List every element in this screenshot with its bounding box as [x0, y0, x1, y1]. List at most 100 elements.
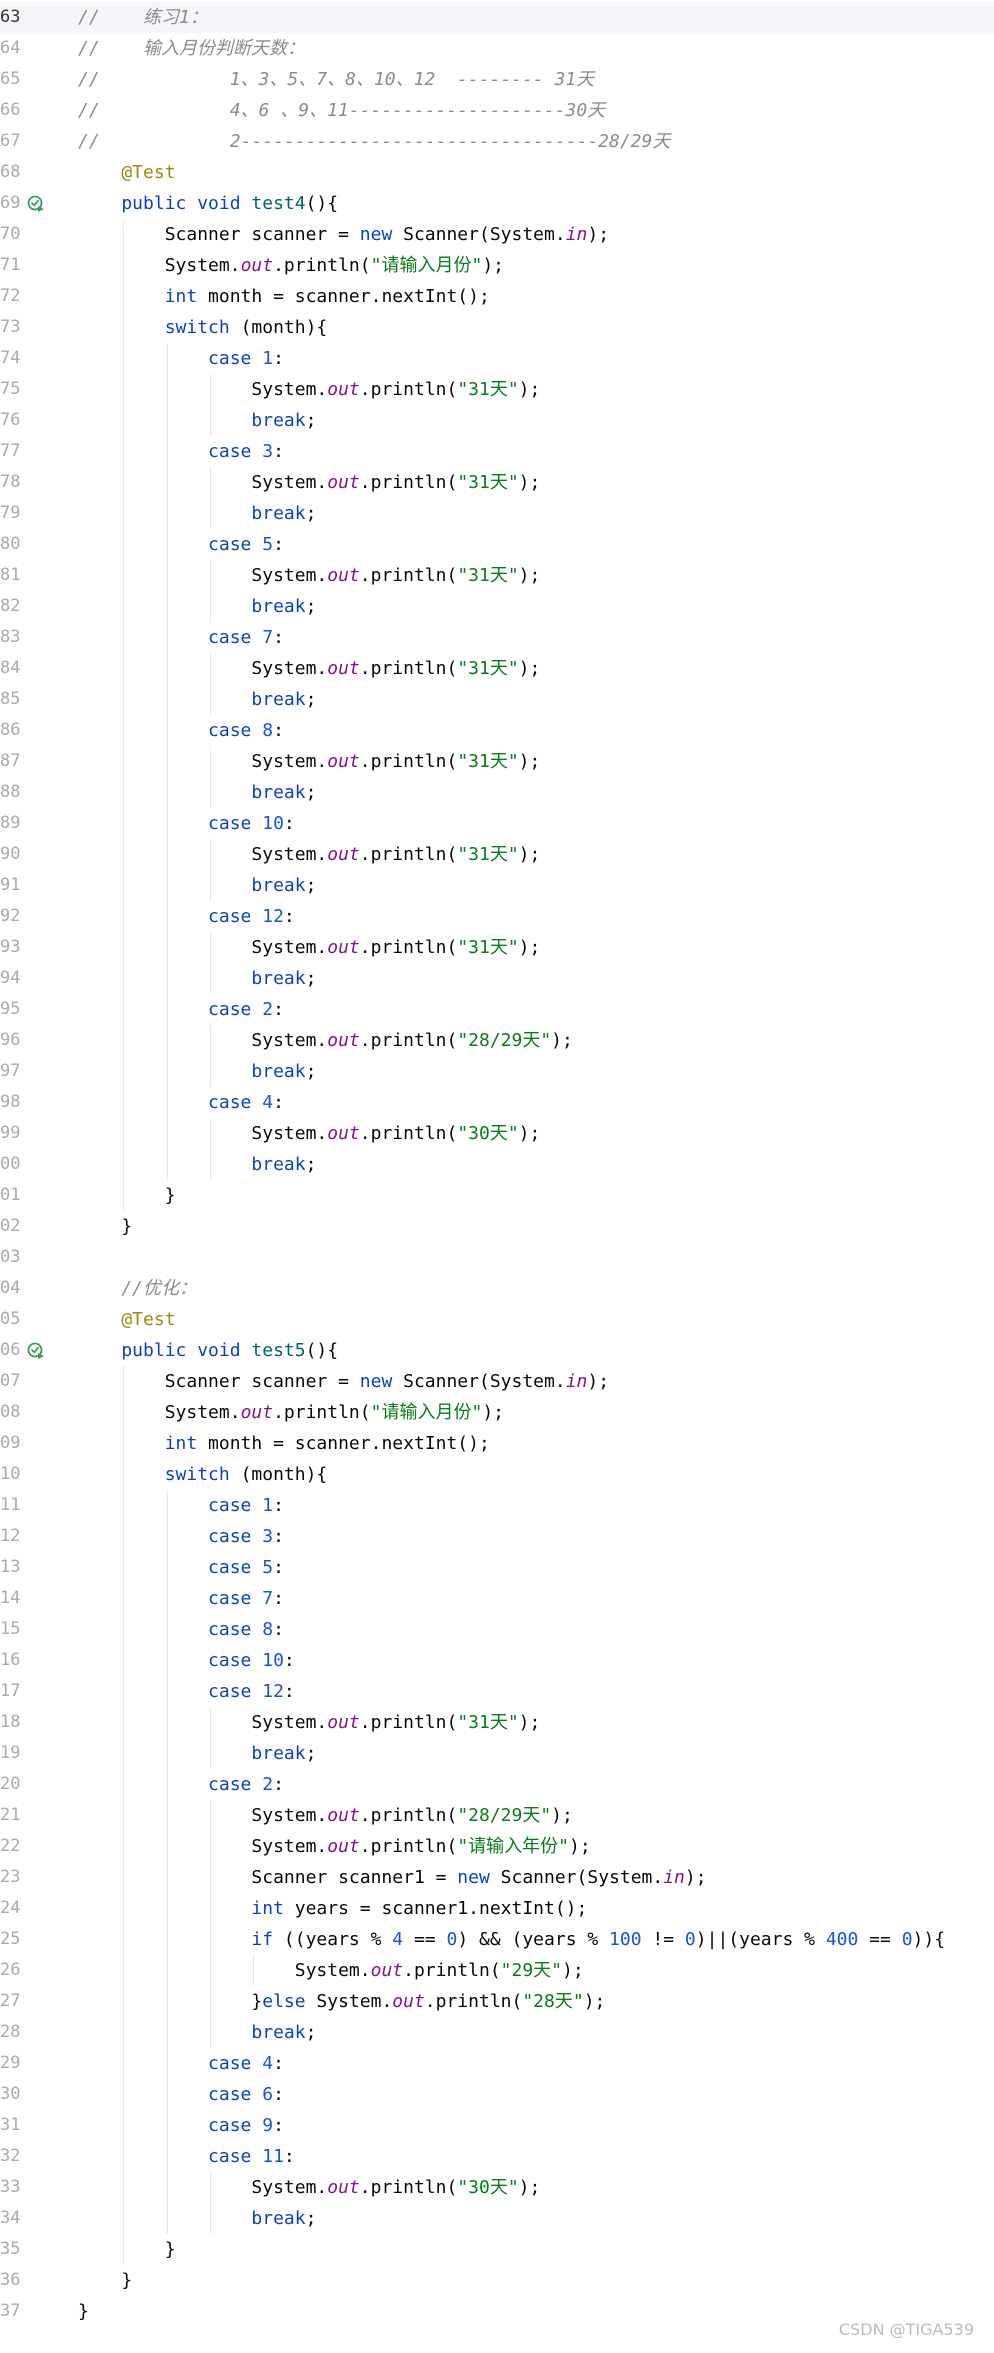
- code-line[interactable]: 31 case 9:: [0, 2110, 994, 2141]
- code-line[interactable]: 79 break;: [0, 498, 994, 529]
- code-text[interactable]: System.out.println("31天");: [78, 1707, 540, 1738]
- code-text[interactable]: System.out.println("30天");: [78, 1118, 540, 1149]
- code-line[interactable]: 84 System.out.println("31天");: [0, 653, 994, 684]
- code-text[interactable]: }else System.out.println("28天");: [78, 1986, 605, 2017]
- code-text[interactable]: switch (month){: [78, 312, 328, 343]
- code-line[interactable]: 10 switch (month){: [0, 1459, 994, 1490]
- code-line[interactable]: 88 break;: [0, 777, 994, 808]
- code-text[interactable]: System.out.println("31天");: [78, 653, 540, 684]
- code-text[interactable]: case 1:: [78, 1490, 284, 1521]
- code-line[interactable]: 89 case 10:: [0, 808, 994, 839]
- code-text[interactable]: System.out.println("28/29天");: [78, 1025, 572, 1056]
- code-line[interactable]: 27 }else System.out.println("28天");: [0, 1986, 994, 2017]
- code-line[interactable]: 74 case 1:: [0, 343, 994, 374]
- code-text[interactable]: @Test: [78, 1304, 175, 1335]
- code-text[interactable]: case 1:: [78, 343, 284, 374]
- code-text[interactable]: }: [78, 1211, 132, 1242]
- code-line[interactable]: 86 case 8:: [0, 715, 994, 746]
- code-line[interactable]: 23 Scanner scanner1 = new Scanner(System…: [0, 1862, 994, 1893]
- code-text[interactable]: switch (month){: [78, 1459, 328, 1490]
- code-text[interactable]: break;: [78, 870, 316, 901]
- code-line[interactable]: 13 case 5:: [0, 1552, 994, 1583]
- code-text[interactable]: case 4:: [78, 2048, 284, 2079]
- code-text[interactable]: System.out.println("31天");: [78, 746, 540, 777]
- code-line[interactable]: 04 //优化：: [0, 1273, 994, 1304]
- code-text[interactable]: break;: [78, 1738, 316, 1769]
- code-text[interactable]: System.out.println("29天");: [78, 1955, 584, 1986]
- code-text[interactable]: break;: [78, 684, 316, 715]
- code-line[interactable]: 07 Scanner scanner = new Scanner(System.…: [0, 1366, 994, 1397]
- code-text[interactable]: break;: [78, 591, 316, 622]
- code-text[interactable]: break;: [78, 777, 316, 808]
- code-line[interactable]: 02 }: [0, 1211, 994, 1242]
- code-line[interactable]: 63 // 练习1：: [0, 2, 994, 33]
- code-line[interactable]: 34 break;: [0, 2203, 994, 2234]
- code-text[interactable]: break;: [78, 963, 316, 994]
- code-text[interactable]: System.out.println("请输入月份");: [78, 250, 504, 281]
- code-line[interactable]: 18 System.out.println("31天");: [0, 1707, 994, 1738]
- code-line[interactable]: 83 case 7:: [0, 622, 994, 653]
- code-text[interactable]: Scanner scanner = new Scanner(System.in)…: [78, 1366, 609, 1397]
- code-text[interactable]: break;: [78, 498, 316, 529]
- code-line[interactable]: 33 System.out.println("30天");: [0, 2172, 994, 2203]
- code-line[interactable]: 00 break;: [0, 1149, 994, 1180]
- code-line[interactable]: 73 switch (month){: [0, 312, 994, 343]
- code-line[interactable]: 93 System.out.println("31天");: [0, 932, 994, 963]
- code-text[interactable]: case 6:: [78, 2079, 284, 2110]
- code-text[interactable]: break;: [78, 2017, 316, 2048]
- code-line[interactable]: 32 case 11:: [0, 2141, 994, 2172]
- code-line[interactable]: 22 System.out.println("请输入年份");: [0, 1831, 994, 1862]
- code-line[interactable]: 20 case 2:: [0, 1769, 994, 1800]
- code-text[interactable]: // 输入月份判断天数：: [78, 33, 305, 64]
- code-line[interactable]: 26 System.out.println("29天");: [0, 1955, 994, 1986]
- code-text[interactable]: //优化：: [78, 1273, 197, 1304]
- code-text[interactable]: // 2---------------------------------28/…: [78, 126, 670, 157]
- code-line[interactable]: 19 break;: [0, 1738, 994, 1769]
- code-text[interactable]: case 7:: [78, 622, 284, 653]
- code-text[interactable]: break;: [78, 2203, 316, 2234]
- code-text[interactable]: case 3:: [78, 436, 284, 467]
- code-text[interactable]: case 8:: [78, 715, 284, 746]
- code-text[interactable]: case 12:: [78, 901, 295, 932]
- code-text[interactable]: case 11:: [78, 2141, 295, 2172]
- run-test-icon[interactable]: [27, 195, 45, 213]
- code-text[interactable]: System.out.println("31天");: [78, 839, 540, 870]
- code-line[interactable]: 12 case 3:: [0, 1521, 994, 1552]
- code-text[interactable]: System.out.println("31天");: [78, 932, 540, 963]
- code-text[interactable]: case 8:: [78, 1614, 284, 1645]
- code-line[interactable]: 92 case 12:: [0, 901, 994, 932]
- code-line[interactable]: 06 public void test5(){: [0, 1335, 994, 1366]
- code-line[interactable]: 87 System.out.println("31天");: [0, 746, 994, 777]
- code-line[interactable]: 28 break;: [0, 2017, 994, 2048]
- code-text[interactable]: System.out.println("请输入年份");: [78, 1831, 590, 1862]
- code-text[interactable]: break;: [78, 1149, 316, 1180]
- code-line[interactable]: 03: [0, 1242, 994, 1273]
- code-text[interactable]: Scanner scanner1 = new Scanner(System.in…: [78, 1862, 706, 1893]
- code-text[interactable]: break;: [78, 405, 316, 436]
- code-text[interactable]: // 4、6 、9、11--------------------30天: [78, 95, 605, 126]
- code-text[interactable]: case 12:: [78, 1676, 295, 1707]
- code-line[interactable]: 11 case 1:: [0, 1490, 994, 1521]
- code-line[interactable]: 97 break;: [0, 1056, 994, 1087]
- code-text[interactable]: case 2:: [78, 1769, 284, 1800]
- code-line[interactable]: 81 System.out.println("31天");: [0, 560, 994, 591]
- code-text[interactable]: case 5:: [78, 529, 284, 560]
- code-text[interactable]: }: [78, 2234, 176, 2265]
- code-line[interactable]: 25 if ((years % 4 == 0) && (years % 100 …: [0, 1924, 994, 1955]
- code-line[interactable]: 15 case 8:: [0, 1614, 994, 1645]
- code-line[interactable]: 91 break;: [0, 870, 994, 901]
- code-text[interactable]: case 10:: [78, 808, 295, 839]
- code-text[interactable]: case 5:: [78, 1552, 284, 1583]
- code-line[interactable]: 64 // 输入月份判断天数：: [0, 33, 994, 64]
- code-text[interactable]: case 3:: [78, 1521, 284, 1552]
- code-line[interactable]: 96 System.out.println("28/29天");: [0, 1025, 994, 1056]
- code-line[interactable]: 68 @Test: [0, 157, 994, 188]
- code-text[interactable]: break;: [78, 1056, 316, 1087]
- code-text[interactable]: case 9:: [78, 2110, 284, 2141]
- code-line[interactable]: 70 Scanner scanner = new Scanner(System.…: [0, 219, 994, 250]
- code-editor[interactable]: 63// 练习1： 64// 输入月份判断天数： 65// 1、3、5、7、8、10…: [0, 0, 994, 2353]
- code-text[interactable]: case 7:: [78, 1583, 284, 1614]
- run-test-icon[interactable]: [27, 1342, 45, 1360]
- code-text[interactable]: System.out.println("31天");: [78, 467, 540, 498]
- code-text[interactable]: }: [78, 2296, 89, 2327]
